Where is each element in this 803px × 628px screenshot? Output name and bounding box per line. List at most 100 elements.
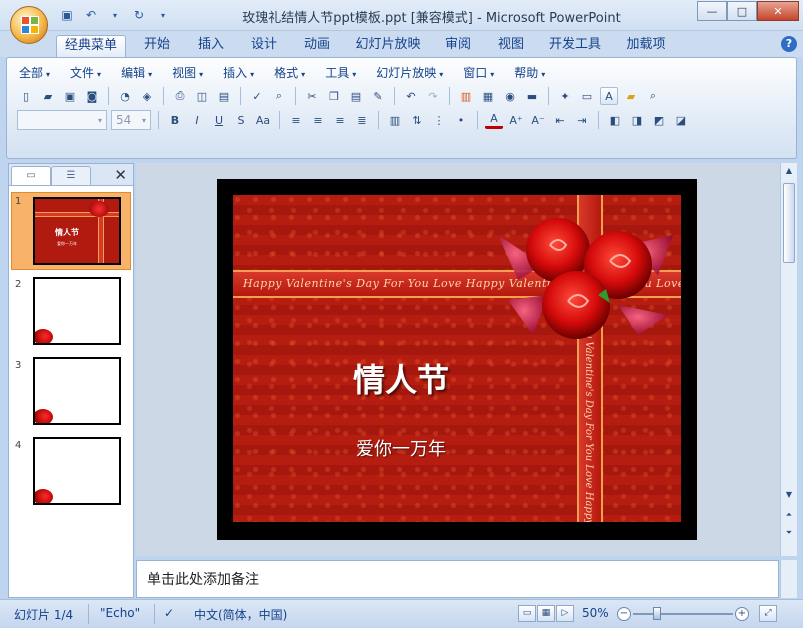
numbering-icon[interactable]: ⋮ bbox=[430, 111, 448, 129]
redo-icon[interactable]: ↷ bbox=[424, 87, 442, 105]
print-icon[interactable]: ⎙ bbox=[171, 87, 189, 105]
align-left-icon[interactable]: ≡ bbox=[287, 111, 305, 129]
menu-file[interactable]: 文件 ▾ bbox=[70, 64, 101, 82]
scroll-down-icon[interactable]: ▼ bbox=[781, 487, 797, 503]
menu-window[interactable]: 窗口 ▾ bbox=[463, 64, 494, 82]
justify-icon[interactable]: ≣ bbox=[353, 111, 371, 129]
office-button[interactable] bbox=[10, 6, 48, 44]
slide-sorter-icon[interactable]: ▦ bbox=[537, 605, 555, 622]
slide-thumbnail-4[interactable] bbox=[33, 437, 121, 505]
open-folder-icon[interactable]: ▰ bbox=[39, 87, 57, 105]
language[interactable]: 中文(简体，中国) bbox=[194, 606, 287, 623]
minimize-button[interactable]: — bbox=[697, 1, 727, 21]
cut-icon[interactable]: ✂ bbox=[303, 87, 321, 105]
font-name-select[interactable]: ▾ bbox=[17, 110, 107, 130]
tab-animation[interactable]: 动画 bbox=[296, 35, 338, 57]
copy-icon[interactable]: ❐ bbox=[325, 87, 343, 105]
folder-icon[interactable]: ▰ bbox=[622, 87, 640, 105]
menu-tools[interactable]: 工具 ▾ bbox=[325, 64, 356, 82]
chart-icon[interactable]: ▥ bbox=[457, 87, 475, 105]
zoom-in-icon[interactable]: + bbox=[735, 607, 749, 621]
shadow-icon[interactable]: S bbox=[232, 111, 250, 129]
scroll-thumb[interactable] bbox=[783, 183, 795, 263]
text-direction-icon[interactable]: ⇅ bbox=[408, 111, 426, 129]
text-box-icon[interactable]: A bbox=[600, 87, 618, 105]
zoom-icon[interactable]: ⌕ bbox=[644, 87, 662, 105]
tab-developer[interactable]: 开发工具 bbox=[544, 35, 606, 57]
tab-view[interactable]: 视图 bbox=[490, 35, 532, 57]
color-fill-icon[interactable]: ▬ bbox=[523, 87, 541, 105]
page-setup-icon[interactable]: ▤ bbox=[215, 87, 233, 105]
underline-icon[interactable]: U bbox=[210, 111, 228, 129]
tab-addins[interactable]: 加载项 bbox=[620, 35, 672, 57]
tab-classic-menu[interactable]: 经典菜单 bbox=[56, 35, 126, 57]
increase-font-icon[interactable]: A⁺ bbox=[507, 111, 525, 129]
previous-slide-icon[interactable]: ⏶ bbox=[781, 507, 797, 523]
permission-icon[interactable]: ◔ bbox=[116, 87, 134, 105]
decrease-indent-icon[interactable]: ⇤ bbox=[551, 111, 569, 129]
vertical-scrollbar[interactable]: ▲ ▼ ⏶ ⏷ bbox=[780, 163, 797, 556]
menu-format[interactable]: 格式 ▾ bbox=[274, 64, 305, 82]
format-painter-icon[interactable]: ✎ bbox=[369, 87, 387, 105]
menu-help[interactable]: 帮助 ▾ bbox=[514, 64, 545, 82]
menu-insert[interactable]: 插入 ▾ bbox=[223, 64, 254, 82]
zoom-out-icon[interactable]: − bbox=[617, 607, 631, 621]
tab-review[interactable]: 审阅 bbox=[437, 35, 479, 57]
table-icon[interactable]: ▦ bbox=[479, 87, 497, 105]
layout-icon[interactable]: ▭ bbox=[578, 87, 596, 105]
slideshow-view-icon[interactable]: ▷ bbox=[556, 605, 574, 622]
font-size-select[interactable]: 54 ▾ bbox=[111, 110, 151, 130]
zoom-level[interactable]: 50% bbox=[582, 606, 609, 620]
tab-design[interactable]: 设计 bbox=[243, 35, 285, 57]
spell-check-icon[interactable]: ✓ bbox=[164, 606, 174, 620]
new-slide-menu-icon[interactable]: ◨ bbox=[628, 111, 646, 129]
tab-insert[interactable]: 插入 bbox=[190, 35, 232, 57]
notes-scrollbar[interactable] bbox=[780, 560, 797, 598]
slide-thumbnail-1[interactable]: 情人节 爱你一万年 bbox=[33, 197, 121, 265]
save-icon[interactable]: ▣ bbox=[61, 87, 79, 105]
bold-icon[interactable]: B bbox=[166, 111, 184, 129]
new-document-icon[interactable]: ▯ bbox=[17, 87, 35, 105]
normal-view-icon[interactable]: ▭ bbox=[518, 605, 536, 622]
menu-all[interactable]: 全部 ▾ bbox=[19, 64, 50, 82]
fit-to-window-icon[interactable]: ⤢ bbox=[759, 605, 777, 622]
increase-indent-icon[interactable]: ⇥ bbox=[573, 111, 591, 129]
menu-view[interactable]: 视图 ▾ bbox=[172, 64, 203, 82]
slide-subtitle[interactable]: 爱你一万年 bbox=[233, 435, 569, 461]
research-icon[interactable]: ⌕ bbox=[270, 87, 288, 105]
scroll-up-icon[interactable]: ▲ bbox=[781, 163, 797, 179]
change-case-icon[interactable]: Aa bbox=[254, 111, 272, 129]
italic-icon[interactable]: I bbox=[188, 111, 206, 129]
menu-slideshow[interactable]: 幻灯片放映 ▾ bbox=[376, 64, 443, 82]
slide-thumbnail-3[interactable] bbox=[33, 357, 121, 425]
print-preview-icon[interactable]: ◫ bbox=[193, 87, 211, 105]
slide-design-icon[interactable]: ◧ bbox=[606, 111, 624, 129]
bullets-icon[interactable]: • bbox=[452, 111, 470, 129]
next-slide-icon[interactable]: ⏷ bbox=[781, 525, 797, 541]
columns-icon[interactable]: ▥ bbox=[386, 111, 404, 129]
maximize-button[interactable]: □ bbox=[727, 1, 757, 21]
slide-title[interactable]: 情人节 bbox=[233, 355, 569, 401]
tab-slideshow[interactable]: 幻灯片放映 bbox=[350, 35, 426, 57]
notes-pane[interactable]: 单击此处添加备注 bbox=[136, 560, 779, 598]
spelling-icon[interactable]: ✓ bbox=[248, 87, 266, 105]
pdf-icon[interactable]: ◙ bbox=[83, 87, 101, 105]
shapes-icon[interactable]: ◩ bbox=[650, 111, 668, 129]
align-right-icon[interactable]: ≡ bbox=[331, 111, 349, 129]
close-icon[interactable]: ✕ bbox=[114, 166, 127, 184]
clipart-icon[interactable]: ◉ bbox=[501, 87, 519, 105]
slide-thumbnail-2[interactable] bbox=[33, 277, 121, 345]
tab-slides[interactable]: ▭ bbox=[11, 166, 51, 185]
attach-icon[interactable]: ◈ bbox=[138, 87, 156, 105]
align-center-icon[interactable]: ≡ bbox=[309, 111, 327, 129]
font-color-icon[interactable]: A bbox=[485, 111, 503, 129]
decrease-font-icon[interactable]: A⁻ bbox=[529, 111, 547, 129]
new-slide-icon[interactable]: ✦ bbox=[556, 87, 574, 105]
fill-icon[interactable]: ◪ bbox=[672, 111, 690, 129]
menu-edit[interactable]: 编辑 ▾ bbox=[121, 64, 152, 82]
paste-icon[interactable]: ▤ bbox=[347, 87, 365, 105]
tab-home[interactable]: 开始 bbox=[136, 35, 178, 57]
undo-icon[interactable]: ↶ bbox=[402, 87, 420, 105]
zoom-slider-track[interactable] bbox=[633, 613, 733, 615]
tab-outline[interactable]: ☰ bbox=[51, 166, 91, 185]
